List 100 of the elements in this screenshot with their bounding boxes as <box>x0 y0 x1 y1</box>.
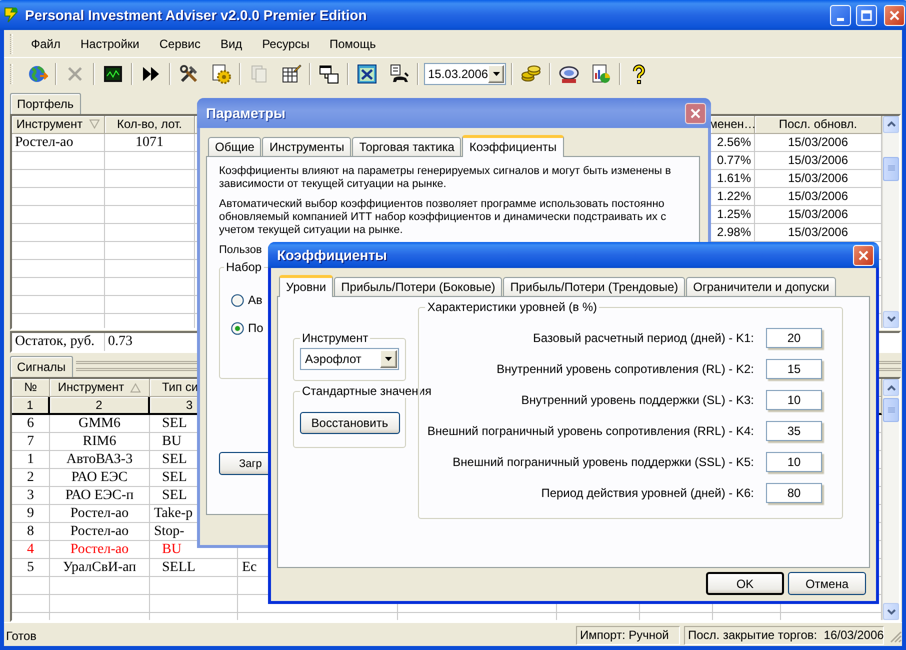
tab[interactable]: Торговая тактика <box>352 137 462 156</box>
table-cell: RIM6 <box>50 433 150 452</box>
balance-value: 0.73 <box>107 332 134 351</box>
field-label: Внешний пограничный уровень поддержки (SSL) - K5: <box>452 455 754 469</box>
caret-down-icon <box>886 316 896 322</box>
table-cell: 3 <box>12 487 50 506</box>
gear-document-icon[interactable] <box>210 63 232 85</box>
size-grip-icon[interactable] <box>888 628 902 642</box>
tools-icon[interactable] <box>178 63 200 85</box>
table-cell: РАО ЕЭС <box>50 469 150 488</box>
tab[interactable]: Коэффициенты <box>462 135 564 157</box>
group-title: Набор <box>224 260 264 274</box>
scroll-up-button[interactable] <box>883 116 899 133</box>
scroll-thumb[interactable] <box>883 156 899 181</box>
table-cell: 6 <box>12 415 50 434</box>
tab[interactable]: Ограничители и допуски <box>686 277 836 296</box>
input-field[interactable]: 20 <box>766 328 822 348</box>
input-field[interactable]: 35 <box>766 421 822 441</box>
table-cell: 1071 <box>105 134 195 152</box>
scrollbar[interactable] <box>882 116 899 328</box>
caret-up-icon <box>886 384 896 391</box>
dropdown-button[interactable] <box>488 65 504 83</box>
paragraph: Коэффициенты влияют на параметры генерируемых сигналов и могут быть изменены в зависимости от текущей ситуации на рынке. <box>219 165 672 191</box>
tab[interactable]: Сигналы <box>10 356 73 378</box>
scrollbar[interactable] <box>882 379 899 620</box>
restore-button[interactable]: Восстановить <box>300 412 400 434</box>
table-cell <box>12 595 50 614</box>
index-cell: 1 <box>12 397 50 416</box>
header-label: Инструмент <box>58 379 124 396</box>
table-cell: 5 <box>12 559 50 578</box>
menu-item[interactable]: Вид <box>210 34 252 52</box>
column-header[interactable]: Инструмент <box>12 116 105 134</box>
input-field[interactable]: 80 <box>766 483 822 503</box>
minimize-button[interactable] <box>830 4 851 26</box>
tab[interactable]: Уровни <box>279 275 334 297</box>
table-cell: GMM6 <box>50 415 150 434</box>
table-cell: АвтоВАЗ-3 <box>50 451 150 470</box>
column-header[interactable]: Кол-во, лот. <box>105 116 195 134</box>
menu-item[interactable]: Файл <box>21 34 71 52</box>
maximize-button[interactable] <box>856 4 877 26</box>
dialog-title: Параметры <box>206 105 286 121</box>
scroll-up-button[interactable] <box>883 379 899 396</box>
table-pencil-icon[interactable] <box>280 63 302 85</box>
column-header[interactable]: № <box>12 379 50 398</box>
tab[interactable]: Прибыль/Потери (Трендовые) <box>503 277 686 296</box>
caret-up-icon <box>886 121 896 128</box>
instrument-combobox[interactable]: Аэрофлот <box>300 348 400 370</box>
caret-icon <box>385 357 392 361</box>
globe-icon[interactable] <box>26 63 48 85</box>
radio-button[interactable] <box>231 294 244 306</box>
table-cell: 8 <box>12 523 50 542</box>
tab[interactable]: Прибыль/Потери (Боковые) <box>334 277 502 296</box>
field-label: Внутренний уровень сопротивления (RL) - K2: <box>496 362 754 376</box>
group-title: Инструмент <box>300 331 370 345</box>
dropdown-button[interactable] <box>380 350 398 368</box>
menu-item[interactable]: Помощь <box>320 34 386 52</box>
column-header[interactable]: Посл. обновл. <box>755 116 882 134</box>
scroll-thumb[interactable] <box>883 398 899 422</box>
monitor-icon[interactable] <box>102 63 124 85</box>
grip-icon <box>888 406 894 414</box>
column-header[interactable]: Инструмент <box>50 379 150 398</box>
tab[interactable]: Портфель <box>10 92 81 114</box>
table-cell: Ростел-ао <box>12 134 105 152</box>
radio-label: Ав <box>248 293 262 307</box>
menu-item[interactable]: Настройки <box>70 34 150 52</box>
table-cell: УралСвИ-ап <box>50 559 150 578</box>
table-cell: 7 <box>12 433 50 452</box>
input-field[interactable]: 10 <box>766 390 822 410</box>
cancel-button[interactable]: Отмена <box>788 572 866 595</box>
app-icon <box>2 6 20 24</box>
status-panel: Импорт: Ручной <box>576 626 680 645</box>
radio-label: По <box>248 321 264 335</box>
scroll-down-button[interactable] <box>883 310 899 328</box>
tab[interactable]: Инструменты <box>262 137 352 156</box>
table-cell: 2 <box>12 469 50 488</box>
input-field[interactable]: 15 <box>766 359 822 379</box>
group-title: Характеристики уровней (в %) <box>425 300 599 314</box>
status-panel: Посл. закрытие торгов: 16/03/2006 <box>684 626 884 645</box>
date-combobox[interactable]: 15.03.2006 <box>424 63 506 85</box>
table-cell: 1 <box>12 451 50 470</box>
table-cell <box>12 577 50 596</box>
ok-button[interactable]: OK <box>706 572 784 595</box>
tab[interactable]: Общие <box>208 137 262 156</box>
menu-item[interactable]: Сервис <box>149 34 210 52</box>
windows-icon[interactable] <box>318 63 340 85</box>
field-label: Период действия уровней (дней) - K6: <box>541 486 754 500</box>
chart-document-icon[interactable] <box>590 63 612 85</box>
table-cell: 9 <box>12 505 50 524</box>
close-button[interactable] <box>685 102 706 124</box>
menu-item[interactable]: Ресурсы <box>252 34 320 52</box>
paragraph: Автоматический выбор коэффициентов позволяет программе использовать постоянно обновляемый компанией ИТТ набор коэффициентов и динамически подстраивать их с учетом текущей ситуации на рынке. <box>219 198 668 237</box>
grid-cross-icon[interactable] <box>356 63 378 85</box>
field-label: Базовый расчетный период (дней) - K1: <box>533 331 754 345</box>
radio-button[interactable] <box>231 322 244 334</box>
caret-icon <box>492 72 500 76</box>
table-cell: SELL <box>150 559 238 578</box>
status-text: Готов <box>6 628 38 642</box>
input-field[interactable]: 10 <box>766 452 822 472</box>
scroll-down-button[interactable] <box>883 603 899 620</box>
window-title: Personal Investment Adviser v2.0.0 Premier Edition <box>25 7 367 23</box>
